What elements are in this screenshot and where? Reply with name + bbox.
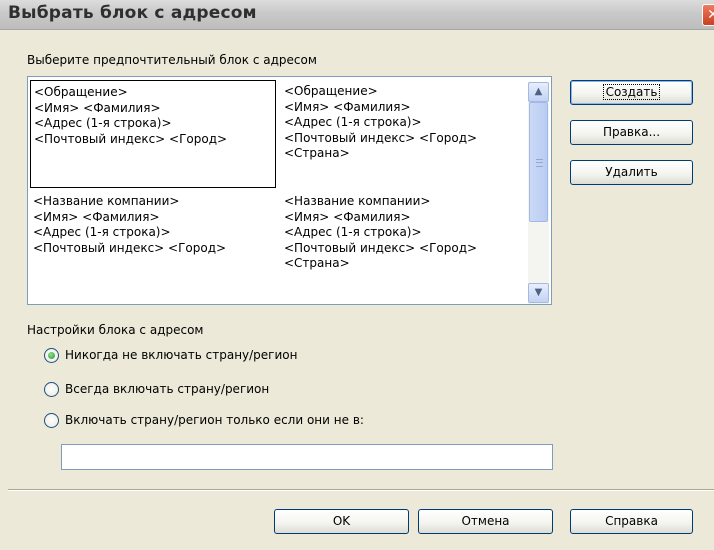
address-block-option[interactable]: <Обращение> <Имя> <Фамилия> <Адрес (1-я … xyxy=(281,80,527,188)
radio-button-icon[interactable] xyxy=(44,412,59,428)
radio-always-include[interactable]: Всегда включать страну/регион xyxy=(44,380,269,398)
country-field[interactable] xyxy=(61,444,553,470)
block-line: <Название компании> xyxy=(33,194,180,208)
window-title: Выбрать блок с адресом xyxy=(8,3,257,23)
block-line: <Почтовый индекс> <Город> xyxy=(284,240,478,255)
scroll-thumb[interactable] xyxy=(529,102,548,222)
radio-label: Всегда включать страну/регион xyxy=(65,382,270,396)
block-line: <Страна> xyxy=(284,256,350,270)
block-line: <Имя> <Фамилия> xyxy=(284,99,411,114)
close-icon[interactable]: ✕ xyxy=(702,4,714,26)
block-line: <Адрес (1-я строка)> xyxy=(33,225,171,239)
radio-label: Включать страну/регион только если они н… xyxy=(65,413,364,427)
block-line: <Имя> <Фамилия> xyxy=(34,100,161,115)
block-line: <Имя> <Фамилия> xyxy=(33,209,160,224)
address-block-dialog: Выбрать блок с адресом ✕ Выберите предпо… xyxy=(0,0,714,550)
address-block-option[interactable]: <Название компании> <Имя> <Фамилия> <Адр… xyxy=(281,190,527,298)
address-block-option[interactable]: <Обращение> <Имя> <Фамилия> <Адрес (1-я … xyxy=(30,80,276,188)
block-line: <Адрес (1-я строка)> xyxy=(34,116,172,130)
scroll-up-icon[interactable]: ▲ xyxy=(528,82,549,102)
cancel-button[interactable]: Отмена xyxy=(418,509,553,534)
block-line: <Адрес (1-я строка)> xyxy=(284,115,422,129)
block-line: <Почтовый индекс> <Город> xyxy=(284,130,478,145)
radio-label: Никогда не включать страну/регион xyxy=(65,348,298,362)
block-line: <Имя> <Фамилия> xyxy=(284,209,411,224)
block-line: <Название компании> xyxy=(284,194,431,208)
edit-button[interactable]: Правка... xyxy=(570,120,693,145)
radio-never-include[interactable]: Никогда не включать страну/регион xyxy=(44,346,297,364)
grip-icon xyxy=(536,159,543,167)
list-label: Выберите предпочтительный блок с адресом xyxy=(27,53,317,67)
create-button[interactable]: Создать xyxy=(570,80,693,105)
address-block-list[interactable]: <Обращение> <Имя> <Фамилия> <Адрес (1-я … xyxy=(27,76,552,305)
title-bar: Выбрать блок с адресом ✕ xyxy=(0,0,714,30)
block-line: <Обращение> xyxy=(284,84,378,98)
list-scrollbar[interactable]: ▲ ▼ xyxy=(528,82,549,304)
address-block-option[interactable]: <Название компании> <Имя> <Фамилия> <Адр… xyxy=(30,190,276,298)
delete-button[interactable]: Удалить xyxy=(570,160,693,185)
radio-button-icon[interactable] xyxy=(44,347,59,363)
block-line: <Обращение> xyxy=(34,85,128,99)
ok-button[interactable]: OK xyxy=(274,509,409,534)
create-button-label: Создать xyxy=(602,84,661,100)
block-line: <Страна> xyxy=(284,146,350,160)
help-button[interactable]: Справка xyxy=(570,509,693,534)
scroll-down-icon[interactable]: ▼ xyxy=(528,283,549,303)
block-line: <Почтовый индекс> <Город> xyxy=(34,131,228,146)
radio-include-unless[interactable]: Включать страну/регион только если они н… xyxy=(44,411,364,429)
block-line: <Адрес (1-я строка)> xyxy=(284,225,422,239)
radio-button-icon[interactable] xyxy=(44,381,59,397)
footer-separator xyxy=(8,489,714,491)
settings-label: Настройки блока с адресом xyxy=(27,323,204,337)
block-line: <Почтовый индекс> <Город> xyxy=(33,240,227,255)
